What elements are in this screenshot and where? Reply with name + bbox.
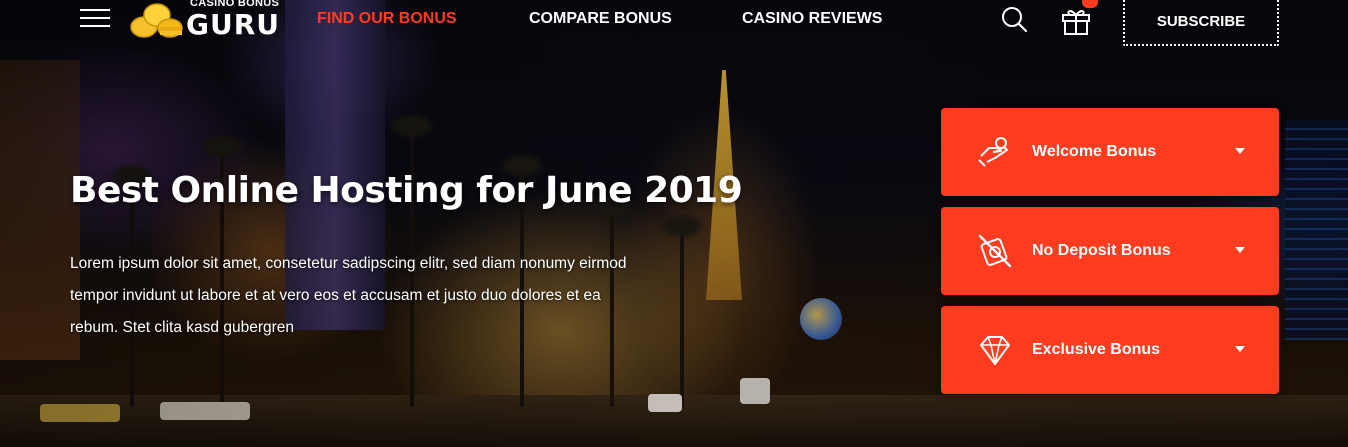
welcome-bonus-dropdown[interactable]: Welcome Bonus	[941, 108, 1279, 196]
nav-find-our-bonus[interactable]: FIND OUR BONUS	[317, 10, 457, 28]
search-icon[interactable]	[1001, 4, 1029, 34]
no-deposit-bonus-dropdown[interactable]: No Deposit Bonus	[941, 207, 1279, 295]
bonus-label: Exclusive Bonus	[1032, 341, 1161, 358]
top-navigation: CASINO BONUS GURU FIND OUR BONUS COMPARE…	[0, 0, 1348, 46]
hero-description: Lorem ipsum dolor sit amet, consetetur s…	[70, 255, 627, 336]
hand-coin-icon	[978, 137, 1008, 167]
chevron-down-icon	[1235, 346, 1245, 352]
subscribe-button[interactable]: SUBSCRIBE	[1123, 0, 1279, 46]
gift-notification-badge	[1082, 0, 1098, 8]
site-logo[interactable]: CASINO BONUS GURU	[128, 0, 281, 41]
chevron-down-icon	[1235, 247, 1245, 253]
diamond-icon	[980, 336, 1010, 365]
hamburger-menu-icon[interactable]	[80, 7, 110, 29]
nav-compare-bonus[interactable]: COMPARE BONUS	[529, 10, 672, 28]
no-deposit-icon	[978, 234, 1012, 268]
chevron-down-icon	[1235, 148, 1245, 154]
nav-casino-reviews[interactable]: CASINO REVIEWS	[742, 10, 882, 28]
logo-big-text: GURU	[186, 8, 281, 41]
gift-icon[interactable]	[1060, 4, 1092, 36]
bonus-label: No Deposit Bonus	[1032, 242, 1171, 259]
bonus-label: Welcome Bonus	[1032, 143, 1157, 160]
gold-coins-icon	[130, 3, 183, 38]
exclusive-bonus-dropdown[interactable]: Exclusive Bonus	[941, 306, 1279, 394]
hero-title: Best Online Hosting for June 2019	[70, 170, 743, 211]
